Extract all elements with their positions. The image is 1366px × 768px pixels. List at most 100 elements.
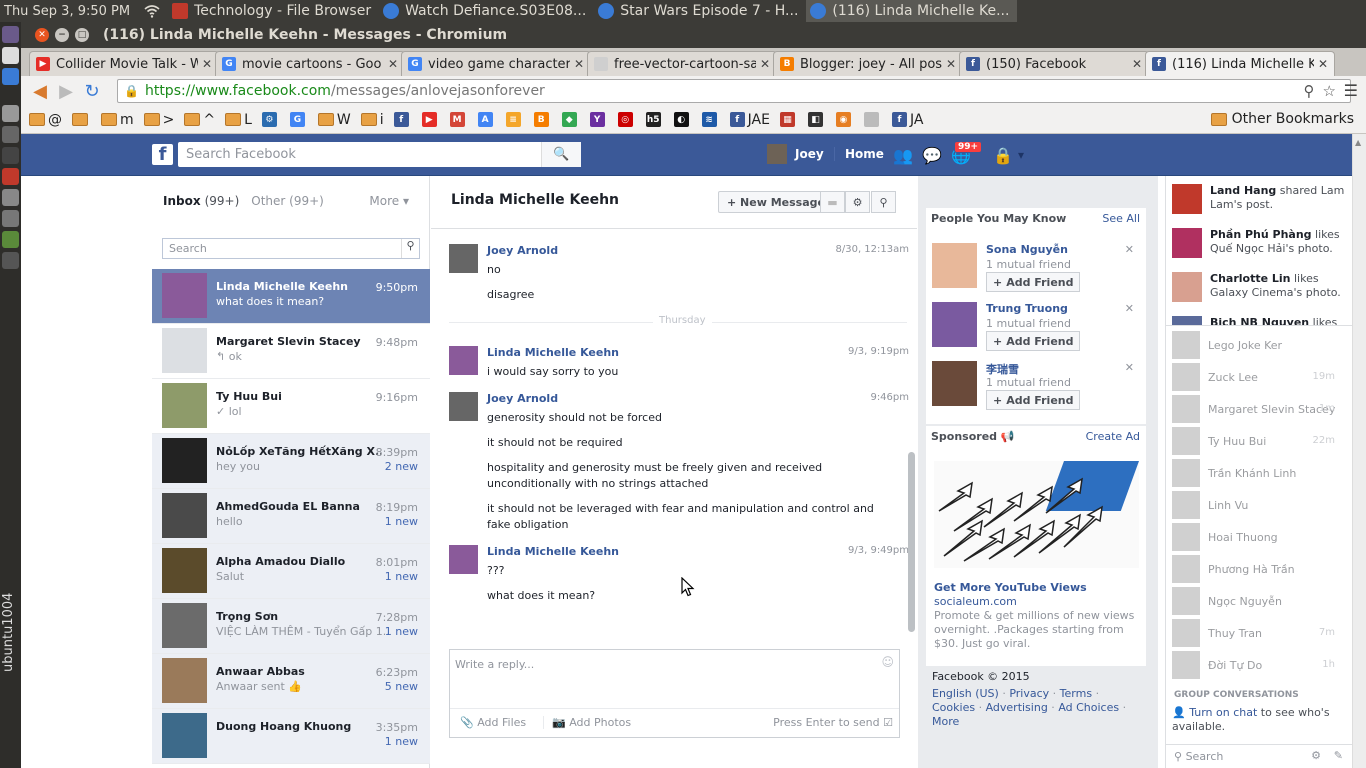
system-clock[interactable]: Thu Sep 3, 9:50 PM: [0, 4, 138, 19]
close-tab-icon[interactable]: ✕: [574, 57, 584, 71]
add-friend-button[interactable]: + Add Friend: [986, 272, 1081, 292]
chat-friend[interactable]: Zuck Lee 19m: [1172, 363, 1347, 393]
conversation-thread[interactable]: AhmedGouda EL Banna hello 8:19pm 1 new: [152, 489, 430, 544]
bookmark-item[interactable]: ≋: [701, 112, 720, 127]
bookmark-item[interactable]: ≡: [505, 112, 524, 127]
launcher-app-icon[interactable]: [2, 126, 19, 143]
chat-search-input[interactable]: ⚲ Search ⚙ ✎: [1166, 744, 1353, 768]
avatar[interactable]: [449, 346, 478, 375]
conversation-thread[interactable]: Trọng Sơn VIỆC LÀM THÊM - Tuyển Gấp 1... 7…: [152, 599, 430, 654]
browser-tab[interactable]: f (150) Facebook ✕: [959, 51, 1149, 76]
dismiss-icon[interactable]: ✕: [1125, 361, 1134, 374]
close-tab-icon[interactable]: ✕: [1318, 57, 1328, 71]
conversation-thread[interactable]: Linda Michelle Keehn what does it mean? 9:…: [152, 269, 430, 324]
launcher-app-icon[interactable]: [2, 252, 19, 269]
scroll-up-arrow-icon[interactable]: ▲: [1355, 138, 1364, 147]
friend-requests-icon[interactable]: 👥: [893, 146, 913, 165]
avatar[interactable]: [449, 545, 478, 574]
avatar[interactable]: [932, 361, 977, 406]
reload-button[interactable]: ↻: [79, 79, 105, 103]
dismiss-icon[interactable]: ✕: [1125, 243, 1134, 256]
message-sender[interactable]: Linda Michelle Keehn: [487, 545, 619, 558]
footer-link[interactable]: Ad Choices: [1058, 701, 1119, 714]
launcher-app-icon[interactable]: [2, 47, 19, 64]
bookmark-item[interactable]: ▦: [779, 112, 798, 127]
conversation-thread[interactable]: Margaret Slevin Stacey ↰ ok 9:48pm: [152, 324, 430, 379]
bookmark-item[interactable]: A: [477, 112, 496, 127]
settings-gear-icon[interactable]: ⚙: [1311, 749, 1321, 762]
bookmark-item[interactable]: @: [29, 112, 62, 128]
search-icon[interactable]: ⚲: [1304, 82, 1323, 100]
add-friend-button[interactable]: + Add Friend: [986, 390, 1081, 410]
maximize-window-button[interactable]: □: [75, 28, 89, 42]
star-icon[interactable]: ☆: [1323, 82, 1344, 100]
compose-icon[interactable]: ✎: [1334, 749, 1343, 762]
bookmark-item[interactable]: ◉: [835, 112, 854, 127]
bookmark-item[interactable]: ◧: [807, 112, 826, 127]
browser-tab[interactable]: B Blogger: joey - All post ✕: [773, 51, 963, 76]
dismiss-icon[interactable]: ✕: [1125, 302, 1134, 315]
browser-tab[interactable]: Gmovie cartoons - Goo ✕: [215, 51, 405, 76]
chat-friend[interactable]: Ngọc Nguyễn: [1172, 587, 1347, 617]
see-all-link[interactable]: See All: [1102, 212, 1140, 225]
bookmark-item[interactable]: f JAE: [729, 112, 770, 128]
chat-friend[interactable]: Thuy Tran 7m: [1172, 619, 1347, 649]
bookmark-item[interactable]: G: [289, 112, 308, 127]
person-name[interactable]: Sona Nguyễn: [986, 243, 1068, 256]
bookmark-item[interactable]: ⚙: [261, 112, 280, 127]
close-tab-icon[interactable]: ✕: [388, 57, 398, 71]
ad-image[interactable]: [934, 461, 1139, 568]
close-tab-icon[interactable]: ✕: [202, 57, 212, 71]
add-files-button[interactable]: 📎 Add Files: [460, 716, 526, 729]
account-settings-icon[interactable]: ▾: [1018, 148, 1038, 166]
close-tab-icon[interactable]: ✕: [946, 57, 956, 71]
bookmark-item[interactable]: ▶: [421, 112, 440, 127]
bookmark-item[interactable]: ◐: [673, 112, 692, 127]
footer-link[interactable]: Cookies: [932, 701, 975, 714]
back-button[interactable]: ◀: [27, 79, 53, 103]
mutual-friends[interactable]: 1 mutual friend: [986, 258, 1071, 271]
home-link[interactable]: Home: [834, 147, 884, 161]
bookmark-item[interactable]: f JA: [891, 112, 923, 128]
launcher-app-icon[interactable]: [2, 189, 19, 206]
create-ad-link[interactable]: Create Ad: [1086, 430, 1140, 443]
facebook-logo-icon[interactable]: f: [152, 144, 173, 165]
conversation-thread[interactable]: Anwaar Abbas Anwaar sent 👍 6:23pm 5 new: [152, 654, 430, 709]
close-tab-icon[interactable]: ✕: [1132, 57, 1142, 71]
mutual-friends[interactable]: 1 mutual friend: [986, 376, 1071, 389]
browser-tab[interactable]: ▶ Collider Movie Talk - W ✕: [29, 51, 219, 76]
video-call-icon[interactable]: ▬: [820, 191, 845, 213]
chat-friend[interactable]: Phương Hà Trần: [1172, 555, 1347, 585]
message-sender[interactable]: Joey Arnold: [487, 244, 558, 257]
bookmark-item[interactable]: >: [143, 112, 174, 128]
bookmark-item[interactable]: ◎: [617, 112, 636, 127]
chat-friend[interactable]: Margaret Slevin Stacey 1m: [1172, 395, 1347, 425]
message-sender[interactable]: Joey Arnold: [487, 392, 558, 405]
avatar[interactable]: [932, 243, 977, 288]
browser-tab[interactable]: f (116) Linda Michelle K ✕: [1145, 51, 1335, 76]
search-icon[interactable]: ⚲: [401, 239, 419, 258]
launcher-app-icon[interactable]: [2, 26, 19, 43]
search-icon[interactable]: 🔍: [541, 142, 581, 167]
bookmark-item[interactable]: L: [225, 112, 252, 128]
turn-on-chat-link[interactable]: Turn on chat: [1189, 706, 1257, 719]
add-photos-button[interactable]: 📷 Add Photos: [543, 716, 631, 729]
avatar[interactable]: [449, 392, 478, 421]
chat-friend[interactable]: Trần Khánh Linh: [1172, 459, 1347, 489]
launcher-app-icon[interactable]: [2, 210, 19, 227]
mutual-friends[interactable]: 1 mutual friend: [986, 317, 1071, 330]
wifi-icon[interactable]: [144, 4, 160, 18]
bookmark-item[interactable]: i: [360, 112, 384, 128]
bookmark-item[interactable]: [72, 113, 91, 126]
other-tab[interactable]: Other (99+): [251, 194, 324, 208]
browser-tab[interactable]: Gvideo game character ✕: [401, 51, 591, 76]
minimize-window-button[interactable]: −: [55, 28, 69, 42]
bookmark-item[interactable]: B: [533, 112, 552, 127]
bookmark-item[interactable]: ^: [184, 112, 215, 128]
launcher-app-icon[interactable]: [2, 105, 19, 122]
browser-tab[interactable]: free-vector-cartoon-sa ✕: [587, 51, 777, 76]
inbox-tab[interactable]: Inbox (99+): [163, 194, 239, 208]
taskbar-item[interactable]: Star Wars Episode 7 - H...: [594, 0, 806, 22]
bookmark-item[interactable]: ◆: [561, 112, 580, 127]
footer-link[interactable]: More: [932, 715, 959, 728]
